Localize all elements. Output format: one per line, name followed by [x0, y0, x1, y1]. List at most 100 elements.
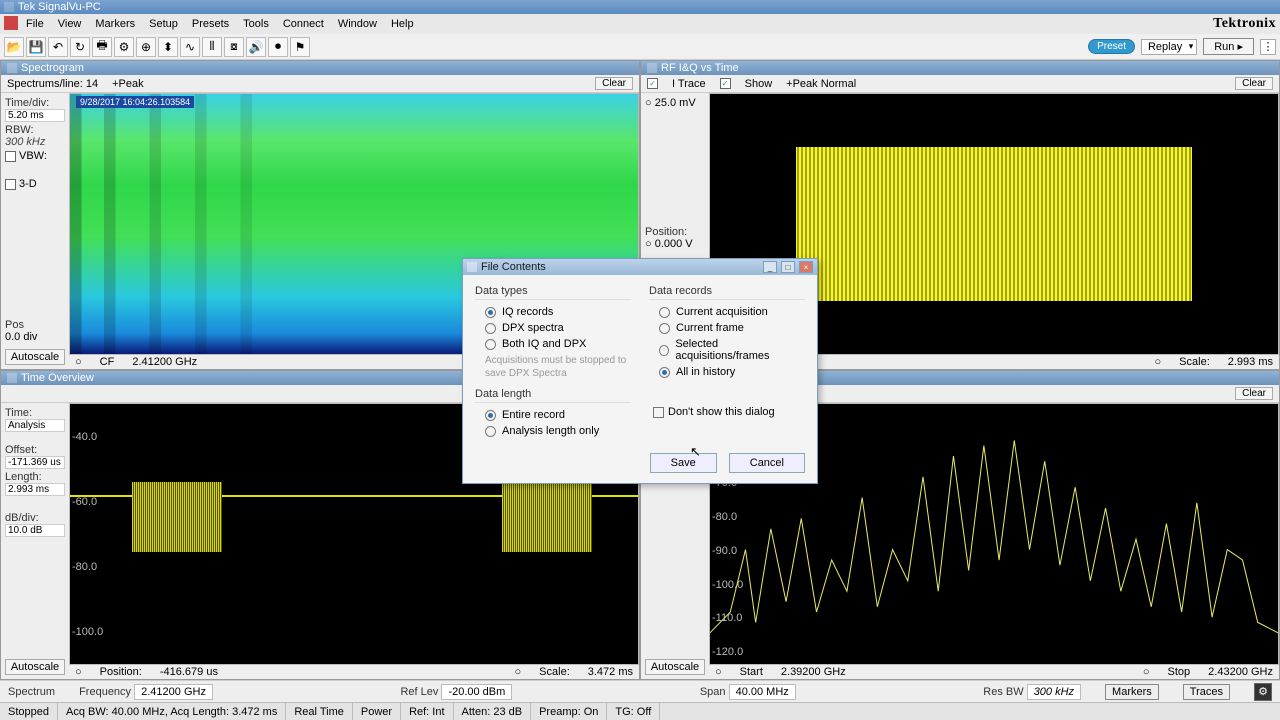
vbw-checkbox[interactable]	[5, 151, 16, 162]
span-value[interactable]: 40.00 MHz	[729, 684, 796, 700]
peak-label: +Peak	[112, 78, 144, 90]
toolbar: 📂 💾 ↶ ↻ 🖶 ⚙ ⊕ ⬍ ∿ ⫴ ⧇ 🔊 ⏺ ⚑ Preset Repla…	[0, 34, 1280, 60]
show-label: Show	[745, 78, 773, 90]
start-value: 2.39200 GHz	[781, 666, 846, 678]
overflow-icon[interactable]: ⋮	[1260, 39, 1276, 55]
radio-current-frame[interactable]: Current frame	[659, 322, 805, 334]
maximize-icon[interactable]: □	[781, 261, 795, 273]
traces-button[interactable]: Traces	[1183, 684, 1230, 700]
run-button[interactable]: Run ▸	[1203, 38, 1254, 55]
clear-button[interactable]: Clear	[1235, 387, 1273, 400]
position-value: -416.679 us	[160, 666, 218, 678]
y-tick: -110.0	[712, 612, 752, 624]
replay-combo[interactable]: Replay	[1141, 39, 1197, 55]
menu-file[interactable]: File	[20, 16, 50, 32]
radio-dpx-spectra[interactable]: DPX spectra	[485, 322, 631, 334]
menu-connect[interactable]: Connect	[277, 16, 330, 32]
3d-checkbox[interactable]	[5, 179, 16, 190]
radio-selected[interactable]: Selected acquisitions/frames	[659, 338, 805, 362]
trace-label: I Trace	[672, 78, 706, 90]
rbw-label: RBW:	[5, 124, 65, 136]
menubar: File View Markers Setup Presets Tools Co…	[0, 14, 1280, 34]
save-button[interactable]: Save	[650, 453, 717, 473]
marker-icon[interactable]: ⊕	[136, 37, 156, 57]
signal-icon[interactable]: ∿	[180, 37, 200, 57]
brand-logo: Tektronix	[1213, 16, 1276, 32]
position-value: 0.000 V	[655, 238, 693, 250]
radio-analysis-only[interactable]: Analysis length only	[485, 425, 631, 437]
resbw-value[interactable]: 300 kHz	[1027, 684, 1081, 700]
status-ref: Ref: Int	[401, 703, 453, 720]
flag-icon[interactable]: ⚑	[290, 37, 310, 57]
offset-value[interactable]: -171.369 us	[5, 456, 65, 469]
markers-button[interactable]: Markers	[1105, 684, 1159, 700]
time-combo[interactable]: Analysis	[5, 419, 65, 432]
radio-all-history[interactable]: All in history	[659, 366, 805, 378]
scale-value: 3.472 ms	[588, 666, 633, 678]
menu-window[interactable]: Window	[332, 16, 383, 32]
datarecords-title: Data records	[649, 285, 805, 300]
position-label: Position:	[645, 226, 705, 238]
menu-markers[interactable]: Markers	[89, 16, 141, 32]
panel-icon	[647, 63, 657, 73]
status-stopped: Stopped	[0, 703, 58, 720]
reflev-value[interactable]: -20.00 dBm	[441, 684, 512, 700]
open-icon[interactable]: 📂	[4, 37, 24, 57]
cancel-button[interactable]: Cancel	[729, 453, 805, 473]
autoscale-button[interactable]: Autoscale	[645, 659, 705, 675]
status-tg: TG: Off	[607, 703, 660, 720]
cursor-icon[interactable]: ⫴	[202, 37, 222, 57]
record-icon[interactable]: ⏺	[268, 37, 288, 57]
3d-label: 3-D	[19, 178, 37, 190]
app-menu-icon[interactable]	[4, 16, 18, 30]
menu-view[interactable]: View	[52, 16, 88, 32]
clear-button[interactable]: Clear	[595, 77, 633, 90]
vbw-label: VBW:	[19, 150, 47, 162]
radio-current-acq[interactable]: Current acquisition	[659, 306, 805, 318]
datatypes-note: Acquisitions must be stopped to save DPX…	[485, 354, 631, 380]
chart-icon[interactable]: ⧇	[224, 37, 244, 57]
scale-value: 2.993 ms	[1228, 356, 1273, 368]
y-tick: -100.0	[712, 579, 752, 591]
menu-tools[interactable]: Tools	[237, 16, 275, 32]
file-contents-dialog: File Contents _ □ × Data types IQ record…	[462, 258, 818, 484]
save-icon[interactable]: 💾	[26, 37, 46, 57]
settings-gear-icon[interactable]: ⚙	[1254, 683, 1272, 701]
dont-show-checkbox[interactable]: Don't show this dialog	[653, 406, 805, 418]
datatypes-title: Data types	[475, 285, 631, 300]
minimize-icon[interactable]: _	[763, 261, 777, 273]
preset-button[interactable]: Preset	[1088, 39, 1135, 54]
y-tick: -60.0	[72, 496, 104, 508]
y-tick: -120.0	[712, 646, 752, 658]
length-value[interactable]: 2.993 ms	[5, 483, 65, 496]
radio-both-iq-dpx[interactable]: Both IQ and DPX	[485, 338, 631, 350]
radio-entire-record[interactable]: Entire record	[485, 409, 631, 421]
trace-checkbox[interactable]: ✓	[647, 78, 658, 89]
offset-label: Offset:	[5, 444, 65, 456]
y-tick: -80.0	[72, 561, 104, 573]
menu-help[interactable]: Help	[385, 16, 420, 32]
cf-value: 2.41200 GHz	[132, 356, 197, 368]
audio-icon[interactable]: 🔊	[246, 37, 266, 57]
peak-icon[interactable]: ⬍	[158, 37, 178, 57]
clear-button[interactable]: Clear	[1235, 77, 1273, 90]
print-icon[interactable]: 🖶	[92, 37, 112, 57]
close-icon[interactable]: ×	[799, 261, 813, 273]
radio-iq-records[interactable]: IQ records	[485, 306, 631, 318]
autoscale-button[interactable]: Autoscale	[5, 659, 65, 675]
resbw-label: Res BW	[983, 686, 1023, 698]
frequency-value[interactable]: 2.41200 GHz	[134, 684, 213, 700]
undo-icon[interactable]: ↶	[48, 37, 68, 57]
span-label: Span	[700, 686, 726, 698]
menu-presets[interactable]: Presets	[186, 16, 235, 32]
status-power: Power	[353, 703, 401, 720]
timediv-value[interactable]: 5.20 ms	[5, 109, 65, 122]
dbdiv-value[interactable]: 10.0 dB	[5, 524, 65, 537]
gear-icon[interactable]: ⚙	[114, 37, 134, 57]
status-preamp: Preamp: On	[531, 703, 607, 720]
timediv-label: Time/div:	[5, 97, 65, 109]
refresh-icon[interactable]: ↻	[70, 37, 90, 57]
show-checkbox[interactable]: ✓	[720, 78, 731, 89]
autoscale-button[interactable]: Autoscale	[5, 349, 65, 365]
menu-setup[interactable]: Setup	[143, 16, 184, 32]
